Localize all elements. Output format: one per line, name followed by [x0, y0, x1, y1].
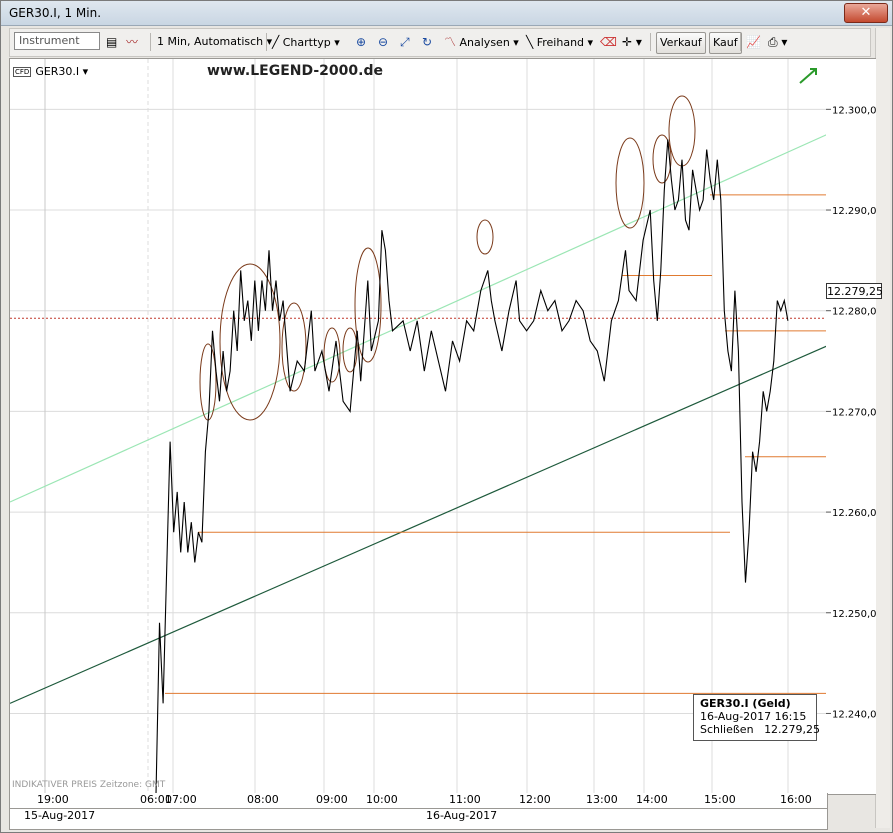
highlight-ellipse — [281, 302, 307, 392]
print-icon[interactable]: ⎙ ▾ — [768, 32, 787, 52]
highlight-ellipse — [476, 219, 494, 255]
refresh-icon[interactable]: ↻ — [422, 32, 432, 52]
window-title: GER30.I, 1 Min. — [9, 6, 102, 20]
last-price-marker: 12.279,25 — [826, 283, 883, 299]
price-info-box: GER30.I (Geld) 16-Aug-2017 16:15 Schließ… — [693, 694, 820, 741]
chart-area[interactable] — [9, 58, 828, 795]
info-datetime: 16-Aug-2017 16:15 — [700, 710, 807, 723]
title-bar: GER30.I, 1 Min. ✕ — [1, 1, 892, 26]
freihand-label: Freihand — [536, 36, 585, 49]
fit-icon[interactable]: ⤢ — [400, 32, 410, 52]
y-tick-label: 12.250,00 — [832, 609, 876, 620]
zoom-out-icon[interactable]: ⊖ — [378, 32, 388, 52]
list-icon[interactable]: ▤ — [106, 32, 117, 52]
time-tick-label: 07:00 — [165, 793, 197, 806]
toolbar-separator — [266, 33, 267, 51]
cfd-badge: CFD — [13, 67, 32, 77]
y-tick-label: 12.270,00 — [832, 407, 876, 418]
price-axis-svg: 12.240,00 12.250,00 12.260,00 12.270,00 12.2… — [826, 105, 883, 720]
analysis-icon: 〽 — [444, 35, 457, 49]
time-tick-label: 12:00 — [519, 793, 551, 806]
charttype-dropdown[interactable]: ╱ Charttyp ▾ — [272, 32, 340, 52]
time-tick-label: 14:00 — [636, 793, 668, 806]
instrument-input[interactable]: Instrument — [14, 32, 100, 50]
watermark-text: www.LEGEND-2000.de — [207, 63, 383, 79]
timeframe-dropdown[interactable]: 1 Min, Automatisch ▾ — [157, 32, 272, 52]
line-chart-icon: ╱ — [272, 35, 280, 49]
indicator-icon[interactable]: 〰 — [126, 32, 138, 52]
trend-up-icon — [799, 68, 817, 84]
chart-legend[interactable]: CFD GER30.I ▾ — [13, 65, 88, 78]
vertical-scrollbar[interactable] — [875, 28, 890, 828]
analysen-label: Analysen — [459, 36, 510, 49]
crosshair-icon[interactable]: ✛ ▾ — [622, 32, 642, 52]
highlight-ellipse — [668, 95, 696, 167]
time-axis: 19:00 06:01 07:00 08:00 09:00 10:00 11:00 12:00… — [9, 793, 828, 830]
analysen-dropdown[interactable]: 〽 Analysen ▾ — [444, 32, 519, 52]
legend-dropdown-icon[interactable]: ▾ — [83, 65, 89, 78]
time-tick-label: 10:00 — [366, 793, 398, 806]
charttype-label: Charttyp — [282, 36, 331, 49]
toolbar-separator — [650, 33, 651, 51]
chart-window: GER30.I, 1 Min. ✕ Instrument ▤ 〰 1 Min, … — [0, 0, 893, 833]
time-tick-label: 09:00 — [316, 793, 348, 806]
info-title: GER30.I (Geld) — [700, 697, 791, 710]
info-close-value: 12.279,25 — [764, 723, 821, 736]
timeframe-label: 1 Min, Automatisch — [157, 35, 264, 48]
time-tick-label: 11:00 — [449, 793, 481, 806]
kauf-button[interactable]: Kauf — [709, 32, 742, 54]
highlight-ellipse — [615, 137, 645, 229]
time-tick-label: 19:00 — [37, 793, 69, 806]
toolbar: Instrument ▤ 〰 1 Min, Automatisch ▾ ╱ Ch… — [9, 28, 871, 57]
time-tick-label: 08:00 — [247, 793, 279, 806]
date-label: 15-Aug-2017 — [24, 809, 96, 822]
info-close-label: Schließen — [700, 723, 754, 736]
date-label: 16-Aug-2017 — [426, 809, 498, 822]
y-tick-label: 12.260,00 — [832, 508, 876, 519]
zoom-in-icon[interactable]: ⊕ — [356, 32, 366, 52]
chart-settings-icon[interactable]: 📈 — [746, 32, 761, 52]
eraser-icon[interactable]: ⌫ — [600, 32, 617, 52]
y-tick-label: 12.280,00 — [832, 307, 876, 318]
time-axis-divider — [10, 808, 827, 809]
time-tick-label: 16:00 — [780, 793, 812, 806]
verkauf-button[interactable]: Verkauf — [656, 32, 706, 54]
freihand-dropdown[interactable]: ╲ Freihand ▾ — [526, 32, 593, 52]
highlight-ellipse — [199, 343, 217, 421]
highlight-ellipse — [354, 247, 382, 363]
toolbar-separator — [150, 33, 151, 51]
footnote: INDIKATIVER PREIS Zeitzone: GMT — [12, 780, 166, 790]
y-tick-label: 12.290,00 — [832, 206, 876, 217]
highlight-ellipse — [342, 327, 358, 373]
price-chart[interactable] — [10, 59, 827, 794]
trend-line — [10, 345, 827, 704]
info-close-row: Schließen 12.279,25 — [700, 723, 820, 736]
legend-symbol: GER30.I — [35, 65, 80, 78]
time-tick-label: 15:00 — [704, 793, 736, 806]
time-tick-label: 13:00 — [586, 793, 618, 806]
close-button[interactable]: ✕ — [844, 3, 888, 23]
y-tick-label: 12.240,00 — [832, 709, 876, 720]
toolbar-separator — [740, 33, 741, 51]
price-axis: 12.240,00 12.250,00 12.260,00 12.270,00 12.2… — [826, 58, 883, 795]
y-tick-label: 12.300,00 — [832, 105, 876, 116]
pen-icon: ╲ — [526, 35, 534, 49]
